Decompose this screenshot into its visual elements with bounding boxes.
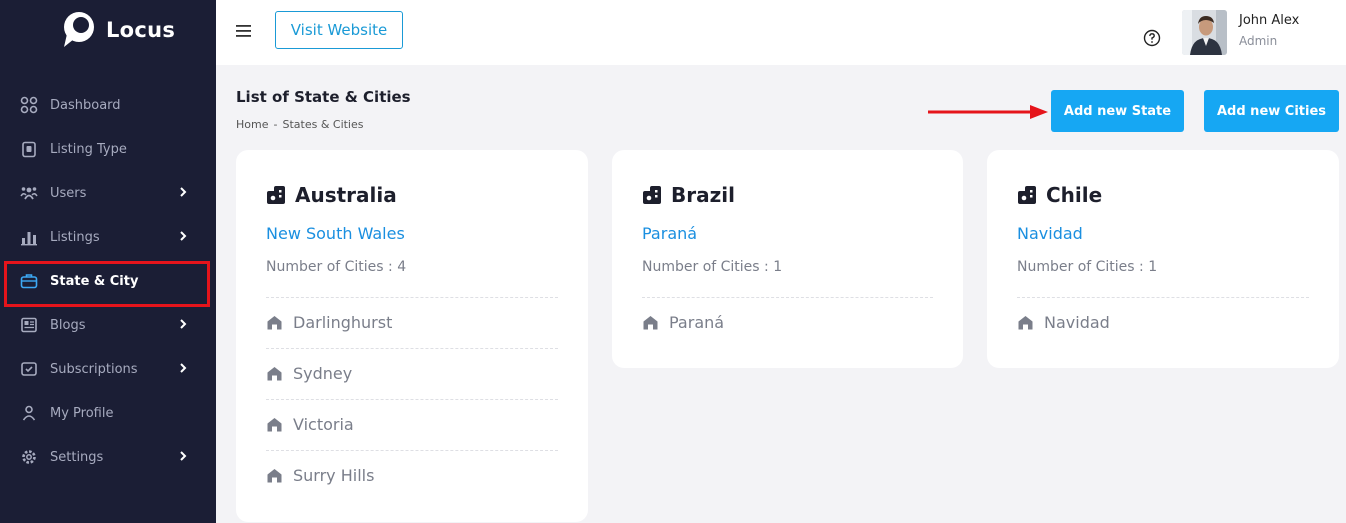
breadcrumb: Home - States & Cities [236,118,364,131]
city-name: Sydney [293,363,353,383]
hamburger-menu-icon[interactable] [235,23,253,39]
page-title: List of State & Cities [236,88,411,106]
sidebar-item-label: State & City [50,273,139,289]
sidebar-item-listing-type[interactable]: Listing Type [0,127,216,171]
sidebar-item-label: Listings [50,229,100,245]
city-name: Victoria [293,414,354,434]
state-card-australia: Australia New South Wales Number of Citi… [236,150,588,522]
breadcrumb-current: States & Cities [282,118,364,131]
ticket-icon [21,362,37,376]
chevron-right-icon [180,451,187,461]
buildings-icon [267,186,285,204]
home-icon [267,417,282,431]
city-name: Darlinghurst [293,312,393,332]
home-icon [267,366,282,380]
sidebar-item-blogs[interactable]: Blogs [0,303,216,347]
user-role: Admin [1239,34,1278,48]
country-name: Chile [1046,183,1103,207]
visit-website-button[interactable]: Visit Website [275,11,403,49]
breadcrumb-separator: - [273,118,278,131]
sidebar-item-label: Listing Type [50,141,127,157]
state-card-brazil: Brazil Paraná Number of Cities : 1 Paran… [612,150,963,368]
user-name: John Alex [1239,13,1300,28]
city-count: Number of Cities : 1 [1017,259,1158,275]
sidebar-item-label: Settings [50,449,104,465]
sidebar-item-listings[interactable]: Listings [0,215,216,259]
country-name: Brazil [671,183,735,207]
sidebar-nav: Dashboard Listing Type Users Listings St… [0,83,216,479]
city-item[interactable]: Victoria [266,399,558,449]
bar-chart-icon [21,232,37,246]
help-icon[interactable] [1143,29,1161,47]
chevron-right-icon [180,363,187,373]
avatar[interactable] [1182,10,1227,55]
sidebar-item-users[interactable]: Users [0,171,216,215]
locus-logo-icon [64,12,94,47]
sidebar-item-settings[interactable]: Settings [0,435,216,479]
city-name: Navidad [1044,312,1110,332]
sidebar-item-my-profile[interactable]: My Profile [0,391,216,435]
sidebar-item-label: Dashboard [50,97,121,113]
chevron-right-icon [180,231,187,241]
city-count: Number of Cities : 4 [266,259,407,275]
sidebar-item-label: Blogs [50,317,86,333]
add-new-cities-button[interactable]: Add new Cities [1204,90,1339,132]
top-bar: Visit Website John Alex Admin [216,0,1346,65]
city-name: Paraná [669,312,725,332]
sidebar-item-label: Subscriptions [50,361,138,377]
buildings-icon [1018,186,1036,204]
user-photo-icon [1182,10,1227,55]
breadcrumb-home-link[interactable]: Home [236,118,268,131]
city-item[interactable]: Darlinghurst [266,297,558,347]
city-item[interactable]: Navidad [1017,297,1309,347]
newspaper-icon [21,317,37,333]
sidebar-item-dashboard[interactable]: Dashboard [0,83,216,127]
gear-icon [22,450,36,464]
home-icon [643,315,658,329]
sidebar-item-label: My Profile [50,405,114,421]
state-name-link[interactable]: Paraná [642,224,697,243]
app-logo[interactable]: Locus [60,10,175,50]
clipboard-icon [22,141,36,158]
briefcase-icon [20,274,38,289]
card-title: Brazil [642,183,735,207]
city-name: Surry Hills [293,465,375,485]
sidebar: Locus Dashboard Listing Type Users Listi… [0,0,216,523]
city-item[interactable]: Surry Hills [266,450,558,500]
country-name: Australia [295,183,397,207]
chevron-right-icon [180,319,187,329]
red-arrow-annotation-icon [928,105,1048,119]
chevron-right-icon [180,187,187,197]
sidebar-item-label: Users [50,185,87,201]
state-name-link[interactable]: New South Wales [266,224,405,243]
sidebar-item-state-city[interactable]: State & City [0,259,216,307]
card-title: Chile [1017,183,1102,207]
city-count: Number of Cities : 1 [642,259,783,275]
users-icon [20,187,38,200]
home-icon [267,468,282,482]
home-icon [267,315,282,329]
add-new-state-button[interactable]: Add new State [1051,90,1184,132]
city-item[interactable]: Sydney [266,348,558,398]
app-name: Locus [106,18,176,42]
home-icon [1018,315,1033,329]
sidebar-item-subscriptions[interactable]: Subscriptions [0,347,216,391]
state-card-chile: Chile Navidad Number of Cities : 1 Navid… [987,150,1339,368]
user-icon [22,405,36,421]
state-name-link[interactable]: Navidad [1017,224,1083,243]
buildings-icon [643,186,661,204]
card-title: Australia [266,183,397,207]
city-item[interactable]: Paraná [642,297,933,347]
grid-icon [20,96,38,114]
